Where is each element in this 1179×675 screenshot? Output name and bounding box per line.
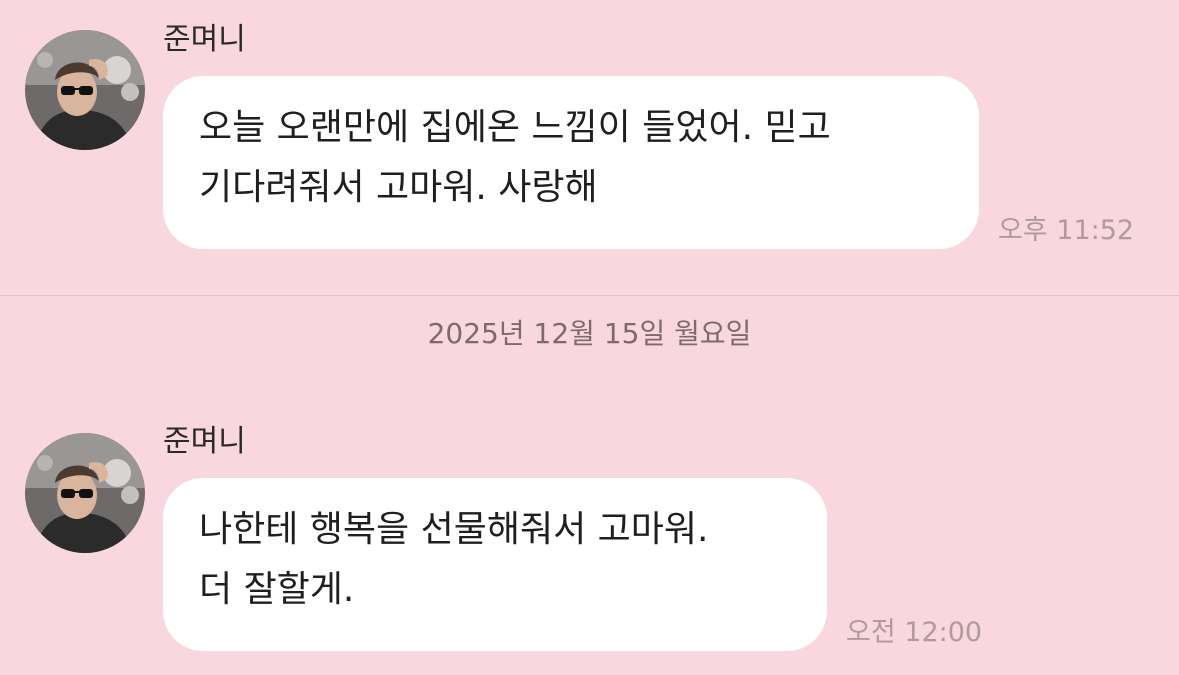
message-text-line: 더 잘할게.: [199, 569, 355, 610]
sender-avatar[interactable]: [25, 30, 145, 150]
sender-name: 준며니: [163, 424, 246, 459]
sender-avatar[interactable]: [25, 433, 145, 553]
message-timestamp: 오전 12:00: [846, 617, 983, 648]
message-timestamp: 오후 11:52: [998, 215, 1135, 246]
avatar-photo-icon: [25, 30, 145, 150]
message-text-line: 기다려줘서 고마워. 사랑해: [199, 167, 598, 208]
divider: [0, 295, 1179, 296]
avatar-photo-icon: [25, 433, 145, 553]
message-bubble[interactable]: 오늘 오랜만에 집에온 느낌이 들었어. 믿고 기다려줘서 고마워. 사랑해: [163, 76, 979, 249]
sender-name: 준며니: [163, 22, 246, 57]
message-bubble[interactable]: 나한테 행복을 선물해줘서 고마워. 더 잘할게.: [163, 478, 827, 651]
message-text-line: 나한테 행복을 선물해줘서 고마워.: [199, 509, 709, 550]
date-separator: 2025년 12월 15일 월요일: [427, 317, 752, 350]
message-text-line: 오늘 오랜만에 집에온 느낌이 들었어. 믿고: [199, 107, 831, 148]
